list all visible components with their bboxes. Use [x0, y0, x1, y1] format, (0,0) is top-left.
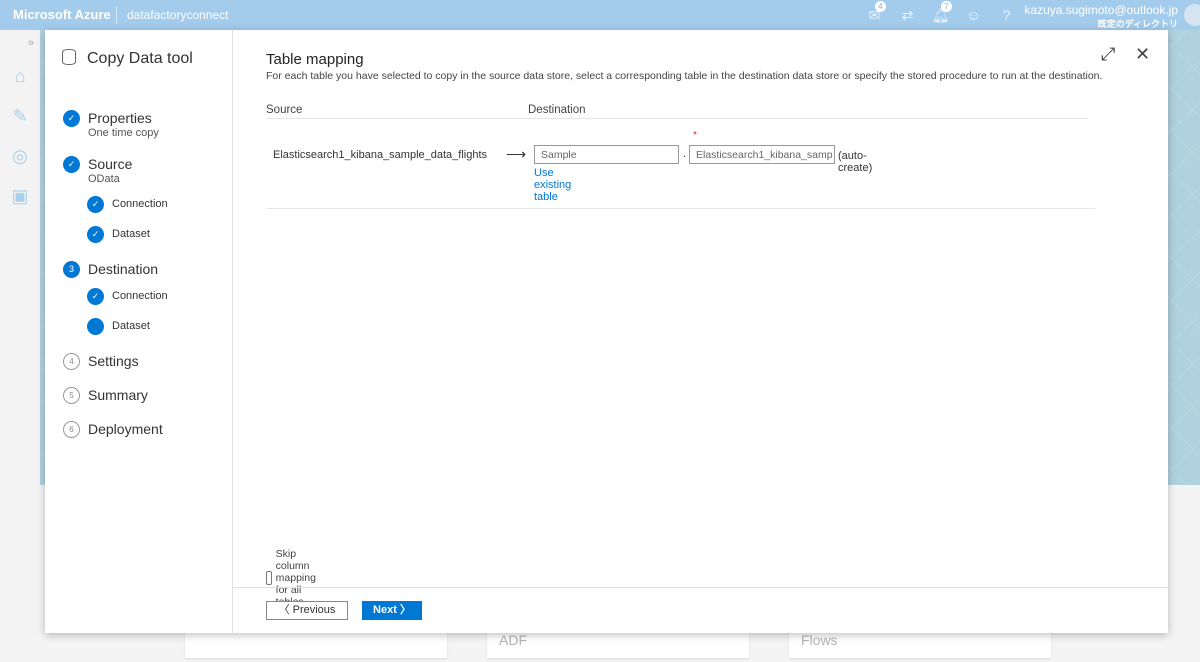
- step-summary[interactable]: 5 Summary: [63, 387, 148, 404]
- checkbox-box[interactable]: [266, 571, 272, 585]
- help-icon[interactable]: ?: [990, 7, 1023, 23]
- auto-create-label: (auto-create): [838, 150, 873, 174]
- step-label: Settings: [88, 353, 139, 369]
- step-label: Properties: [88, 110, 152, 126]
- alert-badge: 7: [941, 0, 952, 12]
- feedback-icon[interactable]: ✉ 4: [858, 0, 891, 24]
- step-label: Deployment: [88, 421, 163, 437]
- bell-icon[interactable]: 🔔︎ 7: [924, 0, 957, 24]
- step-number: 6: [63, 421, 80, 438]
- step-destination-dataset[interactable]: Dataset: [87, 318, 150, 335]
- avatar[interactable]: [1184, 4, 1200, 26]
- step-destination[interactable]: 3 Destination: [63, 261, 158, 278]
- footer-divider: [233, 587, 1168, 588]
- directory-name: 既定のディレクトリ: [1097, 19, 1178, 29]
- column-header-destination: Destination: [528, 104, 586, 116]
- step-number: 5: [63, 387, 80, 404]
- wizard-title: Copy Data tool: [87, 50, 193, 67]
- home-icon[interactable]: ⌂: [0, 56, 40, 96]
- check-icon: ✓: [87, 288, 104, 305]
- step-label: Dataset: [112, 228, 150, 240]
- monitor-icon[interactable]: ◎: [0, 136, 40, 176]
- check-icon: ✓: [87, 226, 104, 243]
- brand[interactable]: Microsoft Azure: [0, 6, 117, 24]
- check-icon: ✓: [87, 196, 104, 213]
- step-deployment[interactable]: 6 Deployment: [63, 421, 163, 438]
- step-label: Connection: [112, 290, 168, 302]
- source-table-name: Elasticsearch1_kibana_sample_data_flight…: [273, 149, 488, 161]
- user-account[interactable]: kazuya.sugimoto@outlook.jp 既定のディレクトリ: [1024, 3, 1178, 30]
- use-existing-table-link[interactable]: Use existing table: [534, 167, 571, 203]
- previous-button[interactable]: 〈 Previous: [266, 601, 348, 620]
- database-icon: [62, 49, 76, 65]
- page-description: For each table you have selected to copy…: [266, 70, 1103, 82]
- step-source[interactable]: ✓ Source OData: [63, 156, 132, 186]
- factory-name[interactable]: datafactoryconnect: [117, 8, 228, 22]
- required-marker: *: [693, 130, 697, 141]
- checkbox-label: Skip column mapping for all tables: [275, 548, 316, 608]
- step-sub: One time copy: [88, 127, 159, 139]
- next-button[interactable]: Next 〉: [362, 601, 422, 620]
- column-header-source: Source: [266, 104, 303, 116]
- step-source-connection[interactable]: ✓ Connection: [87, 196, 168, 213]
- check-icon: ✓: [63, 156, 80, 173]
- step-properties[interactable]: ✓ Properties One time copy: [63, 110, 159, 140]
- close-icon[interactable]: ✕: [1135, 44, 1150, 65]
- page-title: Table mapping: [266, 51, 364, 68]
- schema-input[interactable]: Sample: [534, 145, 679, 164]
- step-sub: OData: [88, 173, 120, 185]
- separator-dot: .: [683, 148, 687, 160]
- step-label: Summary: [88, 387, 148, 403]
- step-destination-connection[interactable]: ✓ Connection: [87, 288, 168, 305]
- step-number: 3: [63, 261, 80, 278]
- current-step-dot: [87, 318, 104, 335]
- step-settings[interactable]: 4 Settings: [63, 353, 139, 370]
- copy-data-dialog: Copy Data tool ✓ Properties One time copy …: [45, 30, 1168, 633]
- user-email: kazuya.sugimoto@outlook.jp: [1024, 3, 1178, 17]
- divider: [266, 208, 1095, 209]
- expand-icon[interactable]: »: [0, 30, 40, 56]
- step-label: Connection: [112, 198, 168, 210]
- step-source-dataset[interactable]: ✓ Dataset: [87, 226, 150, 243]
- left-rail: » ⌂ ✎ ◎ ▣: [0, 30, 40, 662]
- wizard-steps: Copy Data tool ✓ Properties One time copy …: [45, 30, 233, 633]
- person-feedback-icon[interactable]: ☺: [957, 7, 990, 23]
- arrow-right-icon: ⟶: [506, 146, 527, 162]
- step-number: 4: [63, 353, 80, 370]
- step-label: Source: [88, 156, 133, 172]
- directory-switch-icon[interactable]: ⇄: [891, 7, 924, 24]
- check-icon: ✓: [63, 110, 80, 127]
- toolbox-icon[interactable]: ▣: [0, 176, 40, 216]
- table-name-input[interactable]: Elasticsearch1_kibana_samp: [689, 145, 835, 164]
- step-label: Destination: [88, 261, 159, 277]
- pencil-icon[interactable]: ✎: [0, 96, 40, 136]
- maximize-icon[interactable]: ⤢: [1101, 44, 1115, 65]
- top-bar: Microsoft Azure datafactoryconnect ✉ 4 ⇄ …: [0, 0, 1200, 30]
- skip-column-mapping-checkbox[interactable]: Skip column mapping for all tables: [266, 548, 324, 608]
- step-label: Dataset: [112, 320, 150, 332]
- notification-badge: 4: [875, 0, 886, 12]
- divider: [266, 118, 1088, 119]
